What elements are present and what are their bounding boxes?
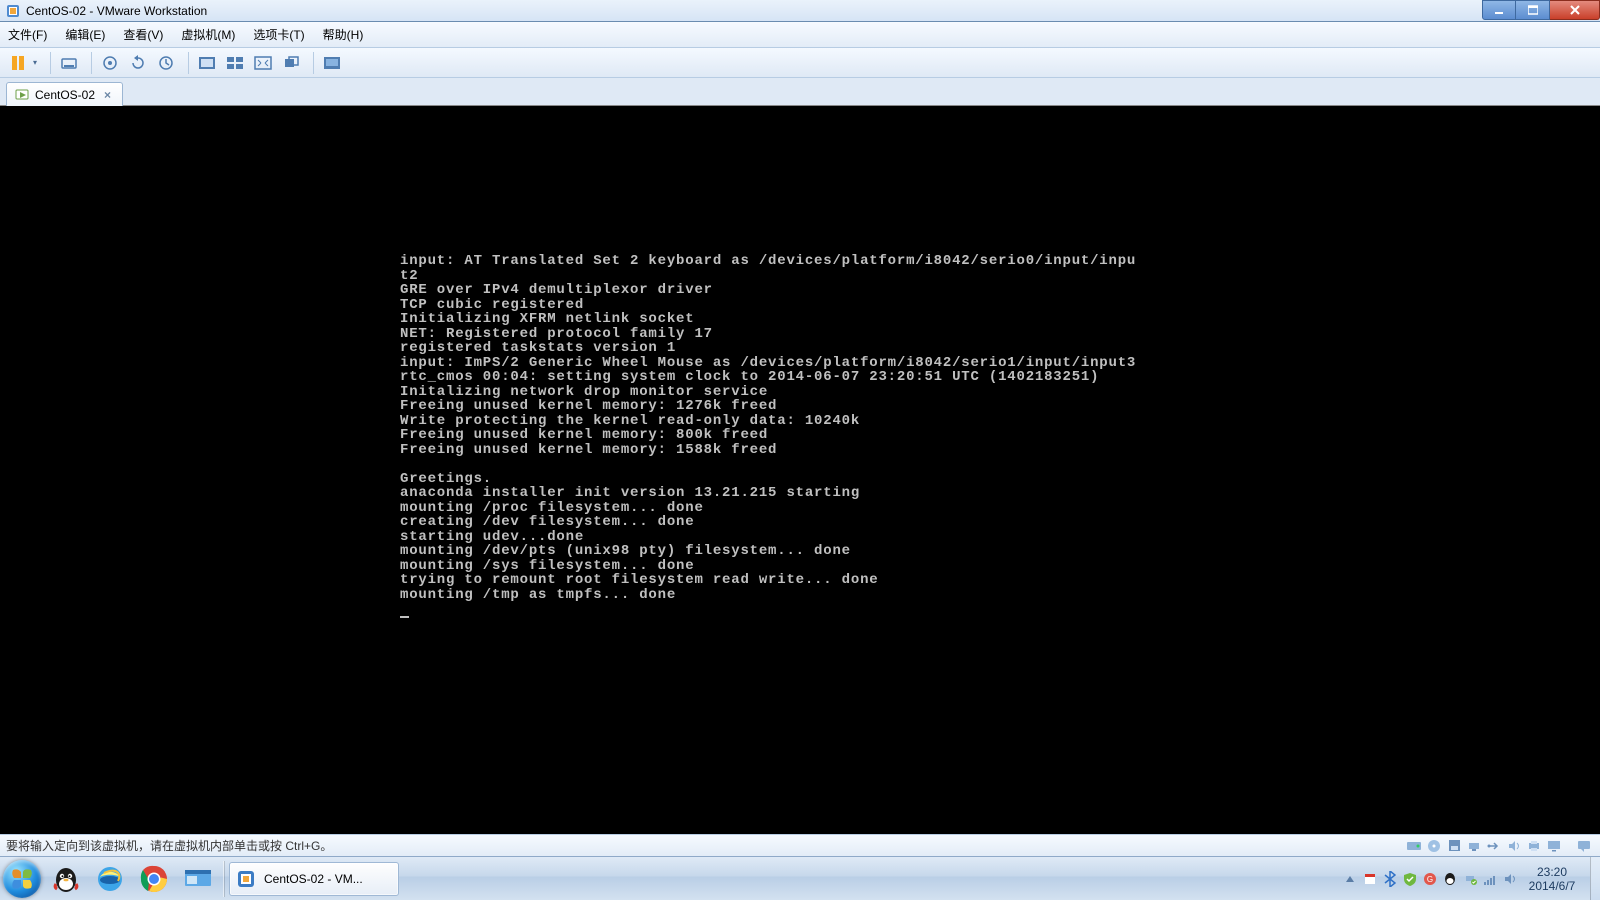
harddisk-icon[interactable]: [1406, 839, 1422, 853]
pinned-explorer-icon[interactable]: [176, 857, 220, 900]
console-output: input: AT Translated Set 2 keyboard as /…: [400, 254, 1136, 617]
taskbar-button-label: CentOS-02 - VM...: [264, 872, 363, 886]
window-minimize-button[interactable]: [1482, 0, 1516, 20]
menu-view[interactable]: 查看(V): [123, 26, 163, 43]
usb-icon[interactable]: [1486, 839, 1502, 853]
tray-security-icon[interactable]: [1400, 857, 1420, 900]
vm-running-icon: [15, 88, 29, 102]
tray-action-center-icon[interactable]: [1360, 857, 1380, 900]
unity-icon[interactable]: [279, 51, 303, 75]
pinned-qq-icon[interactable]: [44, 857, 88, 900]
network-adapter-icon[interactable]: [1466, 839, 1482, 853]
tray-network-bars-icon[interactable]: [1480, 857, 1500, 900]
power-icon[interactable]: [6, 51, 30, 75]
messages-icon[interactable]: [1576, 839, 1592, 853]
menu-bar: 文件(F) 编辑(E) 查看(V) 虚拟机(M) 选项卡(T) 帮助(H): [0, 22, 1600, 48]
toolbar-separator: [91, 52, 92, 74]
printer-icon[interactable]: [1526, 839, 1542, 853]
floppy-icon[interactable]: [1446, 839, 1462, 853]
grab-input-hint: 要将输入定向到该虚拟机，请在虚拟机内部单击或按 Ctrl+G。: [6, 837, 332, 854]
clock-time: 23:20: [1520, 865, 1584, 879]
tray-qq-icon[interactable]: [1440, 857, 1460, 900]
taskbar-clock[interactable]: 23:20 2014/6/7: [1520, 865, 1590, 893]
toolbar-separator: [50, 52, 51, 74]
toolbar-separator: [313, 52, 314, 74]
pinned-chrome-icon[interactable]: [132, 857, 176, 900]
show-console-icon[interactable]: [195, 51, 219, 75]
windows-taskbar: CentOS-02 - VM... G 23:20 2014/6/7: [0, 856, 1600, 900]
menu-edit[interactable]: 编辑(E): [65, 26, 105, 43]
tray-safely-remove-icon[interactable]: [1460, 857, 1480, 900]
menu-tabs[interactable]: 选项卡(T): [253, 26, 304, 43]
power-dropdown-icon[interactable]: ▾: [31, 58, 39, 67]
taskbar-vmware-button[interactable]: CentOS-02 - VM...: [229, 862, 399, 896]
start-button[interactable]: [0, 857, 44, 900]
display-icon[interactable]: [1546, 839, 1562, 853]
toolbar-separator: [188, 52, 189, 74]
tab-centos-02[interactable]: CentOS-02 ×: [6, 82, 123, 106]
system-tray: G 23:20 2014/6/7: [1340, 857, 1600, 900]
vmware-status-bar: 要将输入定向到该虚拟机，请在虚拟机内部单击或按 Ctrl+G。: [0, 834, 1600, 856]
menu-help[interactable]: 帮助(H): [323, 26, 364, 43]
menu-file[interactable]: 文件(F): [8, 26, 47, 43]
tab-close-icon[interactable]: ×: [101, 88, 114, 102]
tray-app-1-icon[interactable]: G: [1420, 857, 1440, 900]
cdrom-icon[interactable]: [1426, 839, 1442, 853]
tab-label: CentOS-02: [35, 88, 95, 102]
fullscreen-icon[interactable]: [320, 51, 344, 75]
menu-vm[interactable]: 虚拟机(M): [181, 26, 235, 43]
pinned-ie-icon[interactable]: [88, 857, 132, 900]
device-status-icons: [1406, 839, 1600, 853]
snapshot-take-icon[interactable]: [98, 51, 122, 75]
send-ctrlaltdel-icon[interactable]: [57, 51, 81, 75]
window-close-button[interactable]: [1550, 0, 1600, 20]
show-desktop-button[interactable]: [1590, 857, 1600, 900]
svg-text:G: G: [1427, 875, 1433, 884]
vm-console[interactable]: input: AT Translated Set 2 keyboard as /…: [0, 106, 1600, 834]
soundcard-icon[interactable]: [1506, 839, 1522, 853]
tray-volume-icon[interactable]: [1500, 857, 1520, 900]
vmware-app-icon: [6, 4, 20, 18]
task-divider: [223, 861, 224, 897]
snapshot-manager-icon[interactable]: [154, 51, 178, 75]
tray-bluetooth-icon[interactable]: [1380, 857, 1400, 900]
window-maximize-button[interactable]: [1516, 0, 1550, 20]
tray-show-hidden-icon[interactable]: [1340, 857, 1360, 900]
stretch-guest-icon[interactable]: [251, 51, 275, 75]
title-bar: CentOS-02 - VMware Workstation: [0, 0, 1600, 22]
clock-date: 2014/6/7: [1520, 879, 1584, 893]
tab-strip: CentOS-02 ×: [0, 78, 1600, 106]
thumbnail-view-icon[interactable]: [223, 51, 247, 75]
snapshot-revert-icon[interactable]: [126, 51, 150, 75]
vmware-task-icon: [236, 869, 256, 889]
window-title: CentOS-02 - VMware Workstation: [26, 4, 207, 18]
toolbar: ▾: [0, 48, 1600, 78]
